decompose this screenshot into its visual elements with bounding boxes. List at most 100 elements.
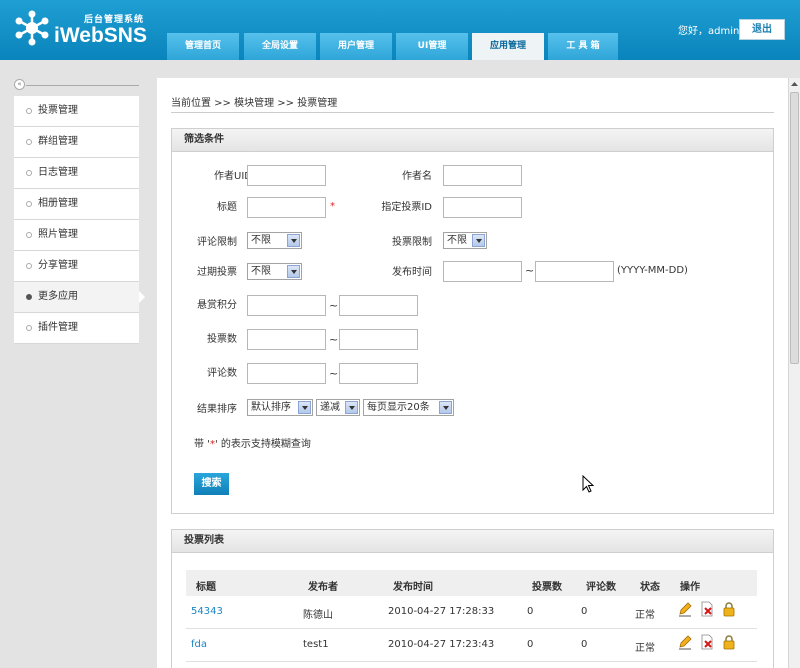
column-header-status: 状态	[640, 582, 660, 593]
author-uid-label: 作者UID	[214, 171, 252, 182]
bullet-icon	[26, 325, 32, 331]
poll-status: 正常	[635, 610, 655, 621]
vote-count-max-input[interactable]	[339, 329, 418, 350]
reward-points-min-input[interactable]	[247, 295, 326, 316]
bullet-icon	[26, 263, 32, 269]
nav-tab-ui-management[interactable]: UI管理	[396, 33, 468, 60]
lock-icon[interactable]	[721, 601, 737, 617]
chevron-down-icon	[439, 401, 452, 414]
sidebar-item-label: 相册管理	[38, 198, 78, 209]
chevron-down-icon	[287, 265, 300, 278]
required-mark: *	[330, 201, 335, 212]
column-header-time: 发布时间	[393, 582, 433, 593]
select-value: 默认排序	[251, 402, 291, 413]
sidebar-item-groups[interactable]: 群组管理	[14, 127, 139, 158]
breadcrumb: 当前位置 >> 模块管理 >> 投票管理	[171, 98, 338, 109]
sidebar-item-label: 插件管理	[38, 322, 78, 333]
sidebar-item-label: 群组管理	[38, 136, 78, 147]
column-header-votes: 投票数	[532, 582, 562, 593]
publish-time-start-input[interactable]	[443, 261, 522, 282]
poll-list-title: 投票列表	[172, 530, 773, 553]
vote-limit-select[interactable]: 不限	[443, 232, 487, 249]
page-size-select[interactable]: 每页显示20条	[363, 399, 454, 416]
note-text: 带 '	[194, 439, 210, 450]
filter-panel: 筛选条件 作者UID 作者名 标题 * 指定投票ID 评论限制 不限 投票限制 …	[171, 128, 774, 514]
main-content: 当前位置 >> 模块管理 >> 投票管理 筛选条件 作者UID 作者名 标题 *…	[157, 78, 788, 668]
sort-field-select[interactable]: 默认排序	[247, 399, 313, 416]
sort-order-select[interactable]: 递减	[316, 399, 360, 416]
nav-tab-home[interactable]: 管理首页	[167, 33, 239, 60]
column-header-actions: 操作	[680, 582, 700, 593]
top-header: 后台管理系统 iWebSNS 管理首页 全局设置 用户管理 UI管理 应用管理 …	[0, 0, 800, 60]
column-header-author: 发布者	[308, 582, 338, 593]
poll-votes: 0	[527, 639, 534, 650]
nav-tab-global-settings[interactable]: 全局设置	[244, 33, 316, 60]
sidebar-item-shares[interactable]: 分享管理	[14, 251, 139, 282]
nav-tab-toolbox[interactable]: 工 具 箱	[548, 33, 618, 60]
logout-button[interactable]: 退出	[739, 19, 785, 40]
vote-limit-label: 投票限制	[392, 237, 432, 248]
sidebar-item-photos[interactable]: 照片管理	[14, 220, 139, 251]
user-greeting: 您好，admin	[678, 26, 740, 37]
bullet-icon	[26, 108, 32, 114]
collapse-sidebar-icon[interactable]: «	[14, 79, 25, 90]
sidebar-item-more-apps[interactable]: 更多应用	[14, 282, 145, 313]
edit-icon[interactable]	[677, 601, 693, 617]
column-header-title: 标题	[196, 582, 216, 593]
sidebar-item-blogs[interactable]: 日志管理	[14, 158, 139, 189]
poll-author: 陈德山	[303, 610, 333, 621]
edit-icon[interactable]	[677, 634, 693, 650]
poll-author: test1	[303, 639, 329, 650]
breadcrumb-divider	[171, 112, 774, 113]
range-separator: ~	[329, 367, 339, 380]
publish-time-end-input[interactable]	[535, 261, 614, 282]
poll-comments: 0	[581, 639, 588, 650]
nav-tab-user-management[interactable]: 用户管理	[320, 33, 392, 60]
publish-time-label: 发布时间	[392, 267, 432, 278]
comment-limit-select[interactable]: 不限	[247, 232, 302, 249]
poll-title-link[interactable]: fda	[191, 639, 207, 650]
sidebar-item-plugins[interactable]: 插件管理	[14, 313, 139, 344]
bullet-icon	[26, 294, 32, 300]
delete-icon[interactable]	[699, 601, 715, 617]
select-value: 不限	[251, 266, 271, 277]
note-text: ' 的表示支持模糊查询	[214, 439, 311, 450]
lock-icon[interactable]	[721, 634, 737, 650]
scroll-up-arrow-icon[interactable]	[789, 78, 800, 90]
vertical-scrollbar[interactable]	[788, 78, 800, 668]
mouse-cursor-icon	[582, 475, 594, 493]
logo: 后台管理系统 iWebSNS	[14, 10, 150, 50]
poll-time: 2010-04-27 17:23:43	[388, 639, 495, 650]
sidebar-item-albums[interactable]: 相册管理	[14, 189, 139, 220]
sidebar-item-label: 照片管理	[38, 229, 78, 240]
author-uid-input[interactable]	[247, 165, 326, 186]
title-label: 标题	[217, 202, 237, 213]
bullet-icon	[26, 201, 32, 207]
poll-list-panel: 投票列表 标题 发布者 发布时间 投票数 评论数 状态 操作 54343 陈德山…	[171, 529, 774, 668]
comment-count-max-input[interactable]	[339, 363, 418, 384]
expired-select[interactable]: 不限	[247, 263, 302, 280]
title-input[interactable]	[247, 197, 326, 218]
chevron-down-icon	[298, 401, 311, 414]
sidebar-item-label: 分享管理	[38, 260, 78, 271]
poll-title-link[interactable]: 54343	[191, 606, 223, 617]
sidebar-item-label: 投票管理	[38, 105, 78, 116]
logo-title: iWebSNS	[54, 24, 147, 47]
nav-tab-app-management[interactable]: 应用管理	[472, 33, 544, 60]
delete-icon[interactable]	[699, 634, 715, 650]
select-value: 递减	[320, 402, 340, 413]
scrollbar-thumb[interactable]	[790, 92, 799, 364]
poll-id-input[interactable]	[443, 197, 522, 218]
vote-count-min-input[interactable]	[247, 329, 326, 350]
vote-count-label: 投票数	[207, 334, 237, 345]
sort-label: 结果排序	[197, 404, 237, 415]
sidebar-item-polls[interactable]: 投票管理	[14, 96, 139, 127]
reward-points-max-input[interactable]	[339, 295, 418, 316]
comment-count-min-input[interactable]	[247, 363, 326, 384]
logo-icon	[15, 10, 49, 46]
poll-time: 2010-04-27 17:28:33	[388, 606, 495, 617]
sidebar-divider	[26, 85, 139, 86]
column-header-comments: 评论数	[586, 582, 616, 593]
author-name-input[interactable]	[443, 165, 522, 186]
search-button[interactable]: 搜索	[194, 473, 229, 495]
